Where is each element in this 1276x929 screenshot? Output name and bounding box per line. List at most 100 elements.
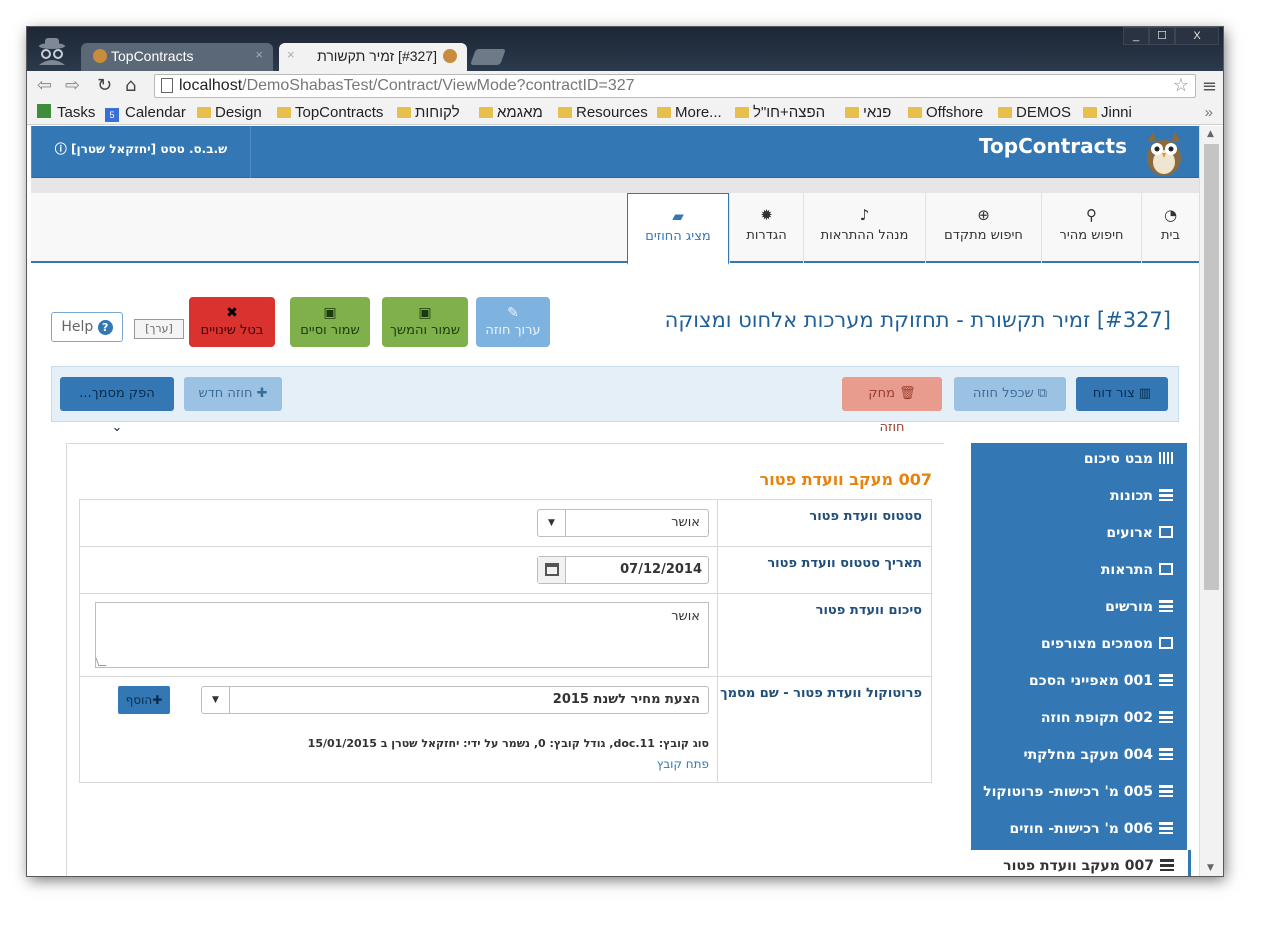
user-info[interactable]: ש.ב.ס. טסט [יחזקאל שטרן] ⓘ bbox=[31, 126, 251, 178]
dashboard-icon: ◔ bbox=[1163, 206, 1178, 224]
bookmark-folder[interactable]: Resources bbox=[558, 104, 648, 121]
bookmark-folder[interactable]: מאגמא bbox=[479, 104, 543, 121]
bookmark-folder[interactable]: הפצה+חו"ל bbox=[735, 104, 825, 121]
tab-advanced-search[interactable]: ⊕ חיפוש מתקדם bbox=[925, 193, 1041, 263]
cancel-changes-button[interactable]: ✖ בטל שינויים bbox=[189, 297, 275, 347]
minimize-button[interactable]: _ bbox=[1123, 27, 1149, 45]
produce-document-button[interactable]: הפק מסמך... ⌄ bbox=[60, 377, 174, 435]
tab-quick-search[interactable]: ⚲ חיפוש מהיר bbox=[1041, 193, 1141, 263]
floppy-icon: ▣ bbox=[323, 305, 337, 321]
save-close-button[interactable]: ▣ שמור וסיים bbox=[290, 297, 370, 347]
resize-grip-icon[interactable] bbox=[95, 658, 107, 666]
bookmark-star-icon[interactable]: ☆ bbox=[1173, 75, 1189, 96]
sidebar-item-authorized[interactable]: מורשים bbox=[971, 591, 1187, 628]
field-row-status: סטטוס וועדת פטור אושר ▼ bbox=[79, 499, 932, 546]
trash-icon: 🗑 bbox=[894, 386, 916, 401]
forward-arrow-icon[interactable]: ⇨ bbox=[65, 75, 80, 96]
bookmark-folder[interactable]: TopContracts bbox=[277, 104, 383, 121]
page-scrollbar[interactable]: ▲ ▼ bbox=[1199, 126, 1223, 876]
grid-icon bbox=[1159, 489, 1173, 501]
sidebar-item-properties[interactable]: תכונות bbox=[971, 480, 1187, 517]
scrollbar-thumb[interactable] bbox=[1204, 144, 1219, 590]
folder-icon bbox=[908, 107, 922, 118]
tab-contract[interactable]: [#327] זמיר תקשורת × bbox=[279, 43, 467, 71]
owl-favicon-icon bbox=[93, 49, 107, 63]
sidebar-item-summary[interactable]: מבט סיכום bbox=[971, 443, 1187, 480]
plus-icon: ✚ bbox=[152, 693, 163, 707]
bookmark-folder[interactable]: Design bbox=[197, 104, 262, 121]
status-select[interactable]: אושר ▼ bbox=[537, 509, 709, 537]
bookmark-calendar[interactable]: 5 Calendar bbox=[105, 104, 186, 122]
create-report-button[interactable]: ▥ צור דוח bbox=[1076, 377, 1168, 411]
list-icon bbox=[1160, 859, 1174, 871]
field-label: סיכום וועדת פטור bbox=[717, 594, 931, 676]
help-button[interactable]: Help ? bbox=[51, 312, 123, 342]
sidebar-item-events[interactable]: ארועים bbox=[971, 517, 1187, 554]
tab-home[interactable]: ◔ בית bbox=[1141, 193, 1199, 263]
checkbox-icon bbox=[37, 104, 51, 118]
back-arrow-icon[interactable]: ⇦ bbox=[37, 75, 52, 96]
hamburger-menu-icon[interactable]: ≡ bbox=[1202, 76, 1217, 97]
sidebar-item-007[interactable]: 007 מעקב וועדת פטור bbox=[971, 850, 1191, 876]
save-continue-button[interactable]: ▣ שמור והמשך bbox=[382, 297, 468, 347]
close-window-button[interactable]: X bbox=[1175, 27, 1219, 45]
scroll-down-arrow-icon[interactable]: ▼ bbox=[1207, 863, 1214, 873]
action-toolbar: ▥ צור דוח ⧉ שכפל חוזה 🗑 מחק חוזה ✚ חוזה … bbox=[51, 366, 1179, 435]
open-file-link[interactable]: פתח קובץ bbox=[657, 757, 709, 771]
info-icon: ⓘ bbox=[54, 142, 67, 156]
url-host: localhost bbox=[179, 77, 243, 94]
tab-settings[interactable]: ✹ הגדרות bbox=[729, 193, 803, 263]
edit-contract-button[interactable]: ✎ ערוך חוזה bbox=[476, 297, 550, 347]
close-tab-icon[interactable]: × bbox=[255, 47, 263, 62]
edit-field-chip[interactable]: [ערך] bbox=[134, 319, 184, 339]
new-tab-button[interactable] bbox=[470, 49, 506, 65]
question-icon: ? bbox=[97, 320, 113, 335]
bookmark-folder[interactable]: לקוחות bbox=[397, 104, 460, 121]
sidebar-item-alerts[interactable]: התראות bbox=[971, 554, 1187, 591]
bookmarks-overflow-button[interactable]: » bbox=[1205, 104, 1213, 121]
owl-favicon-icon bbox=[443, 49, 457, 63]
section-sidebar: מבט סיכום תכונות ארועים התראות מורשים מס… bbox=[971, 443, 1191, 876]
bookmark-tasks[interactable]: Tasks bbox=[37, 104, 95, 121]
search-icon: ⚲ bbox=[1086, 206, 1097, 224]
calendar-icon[interactable] bbox=[538, 557, 566, 583]
bookmark-folder[interactable]: פנאי bbox=[845, 104, 891, 121]
maximize-button[interactable]: ☐ bbox=[1149, 27, 1175, 45]
barcode-icon bbox=[1159, 452, 1173, 464]
tab-alerts-manager[interactable]: ♪ מנהל ההתראות bbox=[803, 193, 925, 263]
sidebar-item-001[interactable]: 001 מאפייני הסכם bbox=[971, 665, 1187, 702]
home-icon[interactable]: ⌂ bbox=[125, 75, 136, 96]
tab-contract-viewer[interactable]: ▰ מציג החוזים bbox=[627, 193, 729, 265]
page-title: [#327] זמיר תקשורת - תחזוקת מערכות אלחוט… bbox=[664, 308, 1171, 332]
field-label: פרוטוקול וועדת פטור - שם מסמך bbox=[717, 677, 931, 782]
bookmark-folder[interactable]: DEMOS bbox=[998, 104, 1071, 121]
folder-icon bbox=[397, 107, 411, 118]
page-viewport: TopContracts ש.ב.ס. טסט [יחזקאל שטרן] ⓘ … bbox=[27, 126, 1199, 876]
close-tab-icon[interactable]: × bbox=[287, 47, 295, 62]
sidebar-item-002[interactable]: 002 תקופת חוזה bbox=[971, 702, 1187, 739]
folder-icon bbox=[1083, 107, 1097, 118]
sidebar-item-006[interactable]: 006 מ' רכישות- חוזים bbox=[971, 813, 1187, 850]
scroll-up-arrow-icon[interactable]: ▲ bbox=[1207, 129, 1214, 139]
field-label: תאריך סטטוס וועדת פטור bbox=[717, 547, 931, 593]
folder-icon bbox=[845, 107, 859, 118]
sidebar-item-005[interactable]: 005 מ' רכישות- פרוטוקול bbox=[971, 776, 1187, 813]
sidebar-item-attachments[interactable]: מסמכים מצורפים bbox=[971, 628, 1187, 665]
bookmark-folder[interactable]: More... bbox=[657, 104, 722, 121]
bookmark-folder[interactable]: Offshore bbox=[908, 104, 983, 121]
summary-textarea[interactable]: אושר bbox=[95, 602, 709, 668]
new-contract-button[interactable]: ✚ חוזה חדש bbox=[184, 377, 282, 411]
clone-contract-button[interactable]: ⧉ שכפל חוזה bbox=[954, 377, 1066, 411]
select-value: הצעת מחיר לשנת 2015 bbox=[552, 692, 700, 707]
bell-icon bbox=[1159, 563, 1173, 575]
delete-contract-button[interactable]: 🗑 מחק חוזה bbox=[842, 377, 942, 435]
sidebar-item-004[interactable]: 004 מעקב מחלקתי bbox=[971, 739, 1187, 776]
address-bar[interactable]: localhost/DemoShabasTest/Contract/ViewMo… bbox=[154, 74, 1196, 98]
protocol-doc-select[interactable]: הצעת מחיר לשנת 2015 ▼ bbox=[201, 686, 709, 714]
tab-topcontracts[interactable]: TopContracts × bbox=[81, 43, 273, 71]
bookmark-folder[interactable]: Jinni bbox=[1083, 104, 1132, 121]
date-field[interactable]: 07/12/2014 bbox=[537, 556, 709, 584]
reload-icon[interactable]: ↻ bbox=[97, 75, 112, 96]
user-name: ש.ב.ס. טסט [יחזקאל שטרן] bbox=[70, 142, 228, 156]
add-button[interactable]: ✚הוסף bbox=[118, 686, 170, 714]
